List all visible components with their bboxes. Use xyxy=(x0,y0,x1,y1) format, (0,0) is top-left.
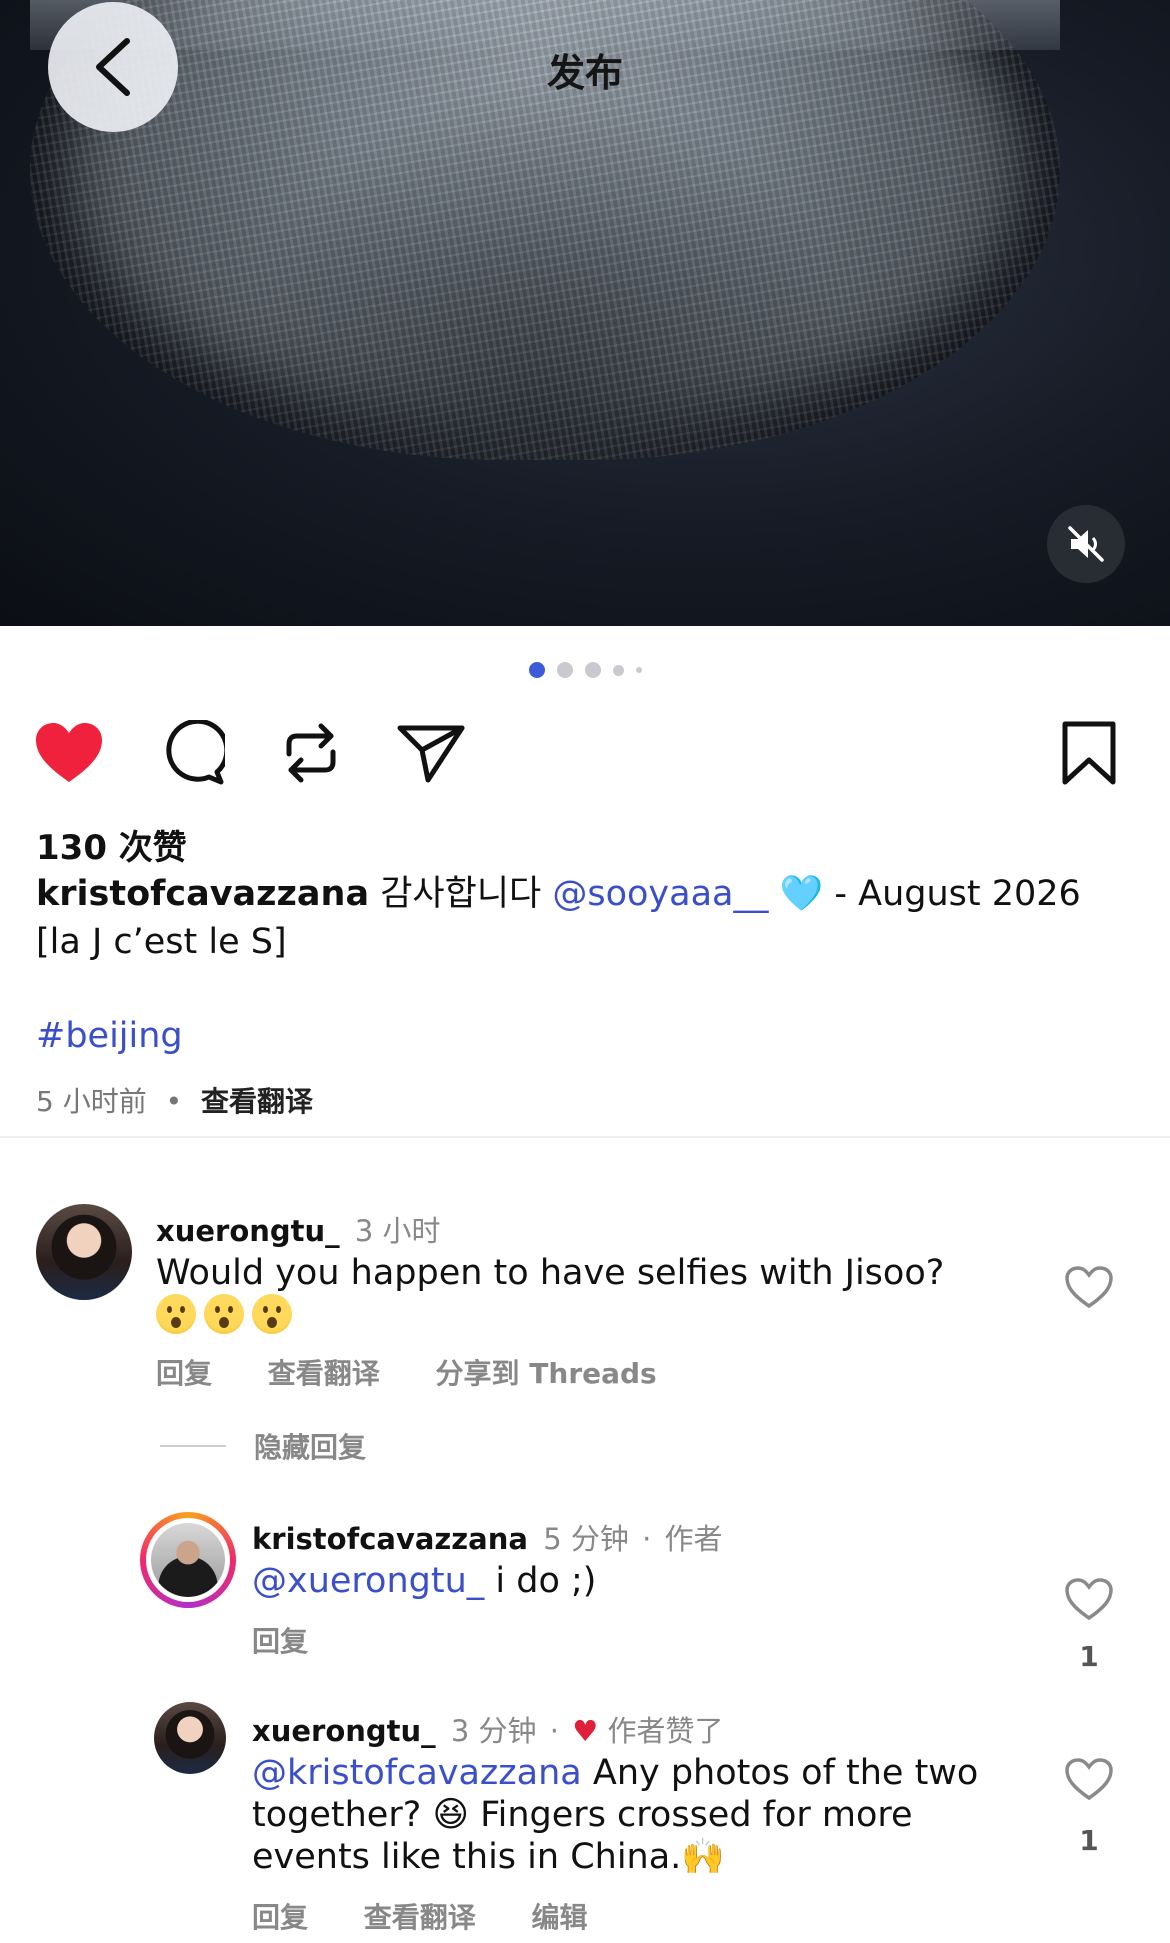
reply-text: @xuerongtu_ i do ;) xyxy=(252,1560,1012,1602)
share-button[interactable] xyxy=(396,718,466,788)
speaker-muted-icon xyxy=(1068,526,1104,562)
bookmark-icon xyxy=(1062,721,1116,785)
avatar[interactable] xyxy=(36,1204,132,1300)
send-icon xyxy=(397,725,465,783)
heart-outline-icon xyxy=(1065,1266,1113,1308)
comment-header: xuerongtu_ 3 小时 xyxy=(156,1208,441,1250)
comment-text: Would you happen to have selfies with Ji… xyxy=(156,1252,976,1336)
reply-mention[interactable]: @kristofcavazzana xyxy=(252,1753,582,1793)
page-title: 发布 xyxy=(546,51,623,95)
comment-actions: 回复 查看翻译 分享到 Threads xyxy=(156,1352,703,1392)
heart-filled-icon xyxy=(36,723,102,782)
reply-header: xuerongtu_ 3 分钟 · ♥ 作者赞了 xyxy=(252,1708,723,1750)
reply-header: kristofcavazzana 5 分钟 · 作者 xyxy=(252,1516,723,1558)
reply-like-button[interactable] xyxy=(1062,1572,1116,1626)
reply-like-count: 1 xyxy=(1079,1640,1099,1673)
like-button[interactable] xyxy=(34,718,104,788)
reply-actions: 回复 xyxy=(252,1620,354,1660)
reply-dot: · xyxy=(642,1522,652,1556)
see-translation-button[interactable]: 查看翻译 xyxy=(268,1357,380,1390)
author-badge: 作者 xyxy=(664,1522,723,1556)
pagination-dot xyxy=(584,662,601,678)
hashtag-link[interactable]: #beijing xyxy=(36,1016,183,1056)
astonished-face-emoji xyxy=(156,1294,196,1334)
grinning-squinting-face-emoji: 😆 xyxy=(432,1795,469,1835)
mute-button[interactable] xyxy=(1047,505,1125,583)
post-caption: kristofcavazzana 감사합니다 @sooyaaa__ 🩵 - Au… xyxy=(36,870,1136,966)
caption-line2: [la J c’est le S] xyxy=(36,922,287,962)
pagination-dot xyxy=(635,667,642,673)
hide-replies-button[interactable]: 隐藏回复 xyxy=(160,1426,366,1466)
comment-button[interactable] xyxy=(157,718,227,788)
caption-mention[interactable]: @sooyaaa__ xyxy=(552,874,768,914)
blue-heart-emoji: 🩵 xyxy=(779,874,824,914)
pagination-dot xyxy=(556,662,573,678)
reply-dot: · xyxy=(549,1714,559,1748)
like-count[interactable]: 130 次赞 xyxy=(36,820,187,869)
hide-replies-line xyxy=(160,1445,226,1447)
caption-text: 감사합니다 xyxy=(380,874,542,914)
astonished-face-emoji xyxy=(204,1294,244,1334)
liked-by-author-label: 作者赞了 xyxy=(607,1714,724,1748)
caption-tail: - August 2026 xyxy=(834,874,1081,914)
reply-button[interactable]: 回复 xyxy=(156,1357,212,1390)
reply-text: @kristofcavazzana Any photos of the two … xyxy=(252,1752,1012,1878)
comment-username[interactable]: xuerongtu_ xyxy=(156,1214,340,1248)
comment-like-button[interactable] xyxy=(1062,1260,1116,1314)
pagination-dot xyxy=(612,664,624,676)
repost-button[interactable] xyxy=(276,718,346,788)
save-button[interactable] xyxy=(1054,718,1124,788)
repost-icon xyxy=(286,723,336,783)
share-to-threads-button[interactable]: 分享到 Threads xyxy=(436,1357,657,1390)
reply-username[interactable]: kristofcavazzana xyxy=(252,1522,528,1556)
comment-time: 3 小时 xyxy=(354,1214,441,1248)
reply-like-button[interactable] xyxy=(1062,1752,1116,1806)
reply-mention[interactable]: @xuerongtu_ xyxy=(252,1561,484,1601)
reply-button[interactable]: 回复 xyxy=(252,1901,308,1934)
heart-outline-icon xyxy=(1065,1758,1113,1800)
reply-like-count: 1 xyxy=(1079,1824,1099,1857)
heart-outline-icon xyxy=(1065,1578,1113,1620)
hide-replies-label: 隐藏回复 xyxy=(254,1431,367,1464)
author-avatar-ring[interactable] xyxy=(140,1512,236,1608)
reply-body: i do ;) xyxy=(484,1561,597,1601)
comment-icon xyxy=(166,720,225,785)
avatar[interactable] xyxy=(154,1702,226,1774)
astonished-face-emoji xyxy=(252,1294,292,1334)
avatar xyxy=(151,1523,225,1597)
post-time: 5 小时前 xyxy=(36,1085,147,1118)
comment-body: Would you happen to have selfies with Ji… xyxy=(156,1253,945,1293)
raising-hands-emoji: 🙌 xyxy=(681,1837,725,1877)
pagination-dot xyxy=(528,662,545,678)
edit-button[interactable]: 编辑 xyxy=(532,1901,588,1934)
reply-time: 3 分钟 xyxy=(450,1714,537,1748)
heart-filled-icon: ♥ xyxy=(572,1714,599,1748)
reply-button[interactable]: 回复 xyxy=(252,1625,308,1658)
avatar-ring-inner xyxy=(146,1518,230,1602)
reply-time: 5 分钟 xyxy=(543,1522,629,1556)
carousel-pagination xyxy=(0,662,1170,678)
post-media[interactable]: 发布 xyxy=(0,0,1170,626)
post-action-bar xyxy=(0,718,1170,788)
reply-username[interactable]: xuerongtu_ xyxy=(252,1714,436,1748)
meta-separator: • xyxy=(165,1085,183,1118)
caption-username[interactable]: kristofcavazzana xyxy=(36,874,369,914)
see-translation-link[interactable]: 查看翻译 xyxy=(201,1085,313,1118)
see-translation-button[interactable]: 查看翻译 xyxy=(364,1901,476,1934)
reply-actions: 回复 查看翻译 编辑 xyxy=(252,1896,634,1936)
section-divider xyxy=(0,1136,1170,1138)
post-meta: 5 小时前 • 查看翻译 xyxy=(36,1080,313,1120)
